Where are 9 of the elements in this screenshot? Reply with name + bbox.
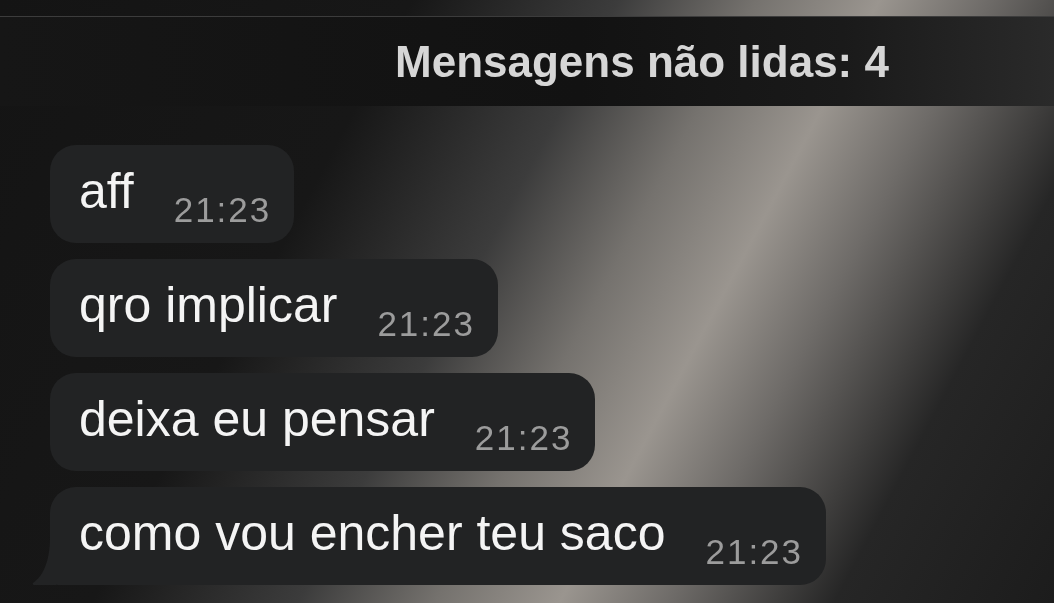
message-time: 21:23 (474, 420, 573, 459)
message-time: 21:23 (173, 192, 272, 231)
message-text: deixa eu pensar (79, 394, 435, 449)
message-time: 21:23 (377, 306, 475, 345)
message-text: qro implicar (79, 280, 338, 335)
unread-messages-label: Mensagens não lidas: 4 (395, 39, 889, 84)
message-text: como vou encher teu saco (79, 508, 666, 563)
message-time: 21:23 (705, 534, 804, 573)
message-text: aff (79, 166, 134, 221)
